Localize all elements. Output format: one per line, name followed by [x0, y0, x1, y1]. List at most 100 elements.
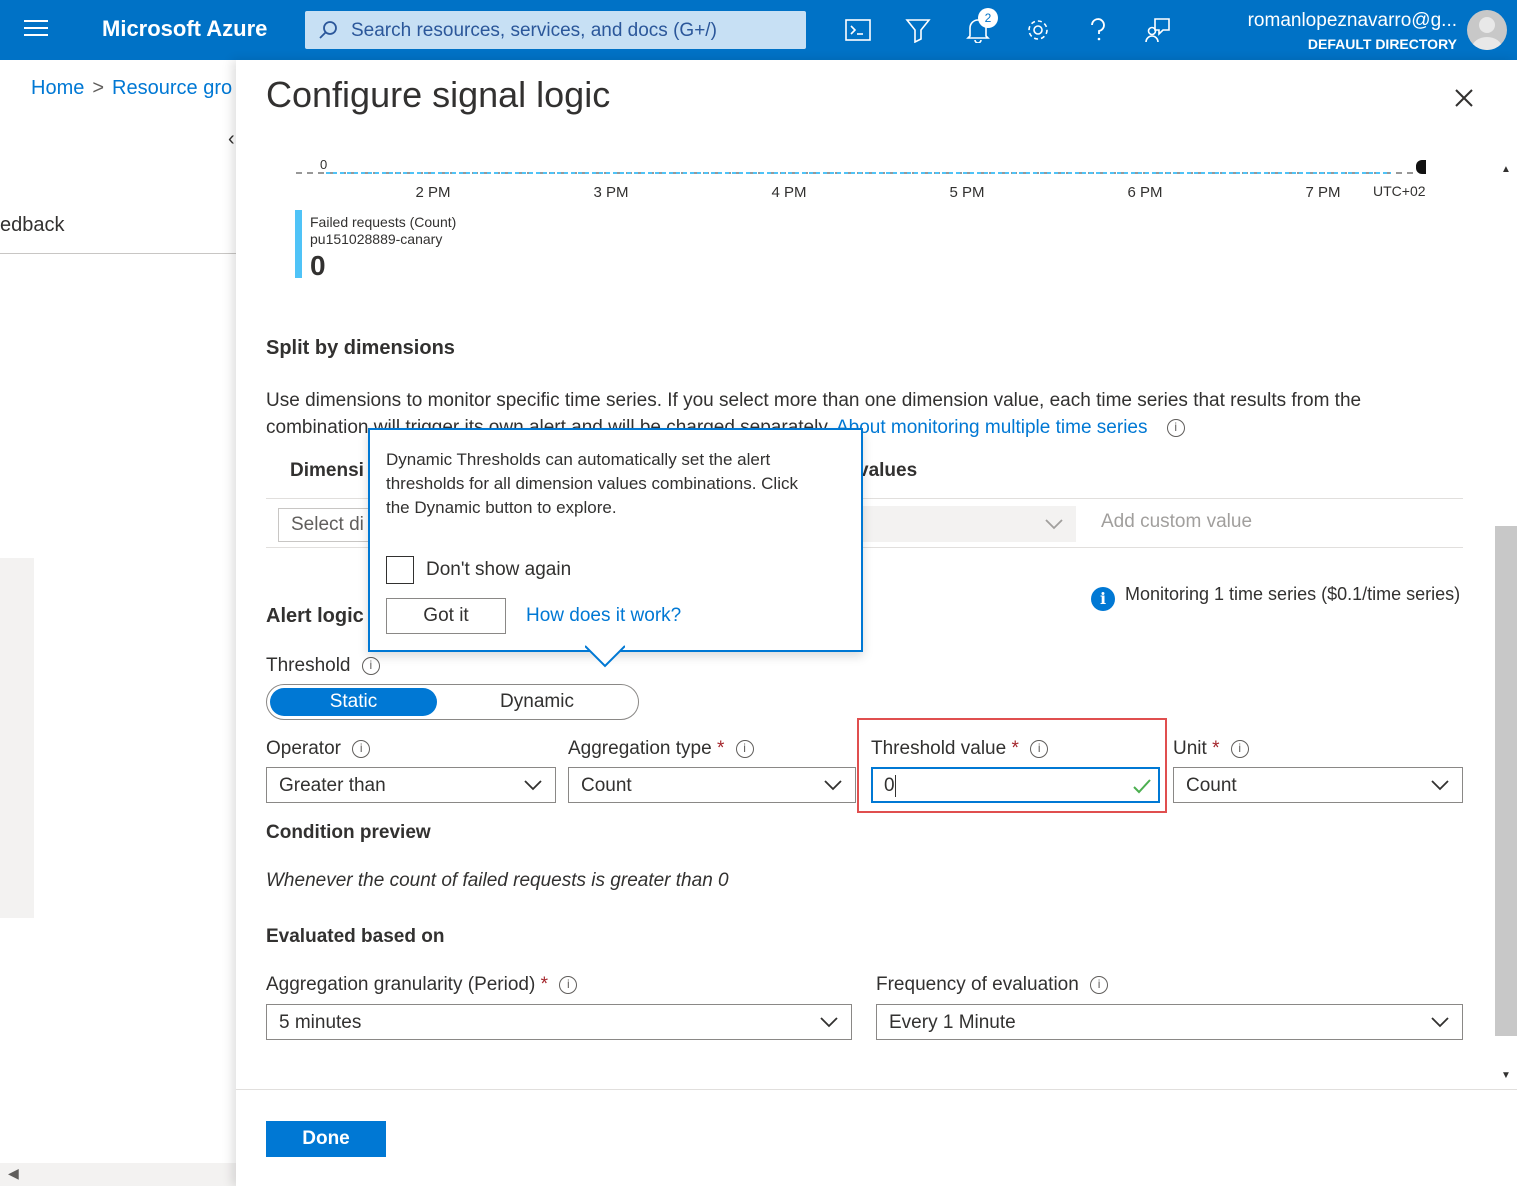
about-multiple-time-series-link[interactable]: About monitoring multiple time series: [836, 417, 1148, 438]
dynamic-thresholds-callout: Dynamic Thresholds can automatically set…: [368, 428, 863, 652]
legend-value: 0: [310, 250, 326, 281]
legend-title: Failed requests (Count): [310, 214, 457, 230]
chevron-down-icon: [1431, 780, 1449, 791]
valid-check-icon: [1133, 779, 1151, 794]
static-option[interactable]: Static: [270, 688, 437, 716]
aggregation-granularity-value: 5 minutes: [279, 1012, 362, 1033]
done-button[interactable]: Done: [266, 1121, 386, 1157]
chart-x-tick: 2 PM: [415, 184, 450, 201]
settings-gear-icon[interactable]: [1022, 14, 1054, 46]
search-input[interactable]: Search resources, services, and docs (G+…: [305, 11, 806, 49]
operator-value: Greater than: [279, 775, 386, 796]
chevron-down-icon: [1045, 519, 1063, 530]
info-icon[interactable]: i: [352, 740, 371, 758]
chart-x-tick: 7 PM: [1305, 184, 1340, 201]
horizontal-scrollbar[interactable]: ◀: [0, 1163, 236, 1186]
scroll-down-icon[interactable]: ▼: [1501, 1070, 1511, 1081]
avatar[interactable]: [1467, 10, 1507, 50]
chevron-down-icon: [824, 780, 842, 791]
condition-preview-heading: Condition preview: [266, 822, 431, 843]
legend-color-bar: [295, 210, 302, 278]
monitoring-text: Monitoring 1 time series ($0.1/time seri…: [1125, 584, 1461, 604]
chart-x-tick: 5 PM: [949, 184, 984, 201]
dynamic-option[interactable]: Dynamic: [437, 688, 637, 716]
collapse-chevron-icon[interactable]: ‹: [228, 128, 235, 151]
callout-text: Dynamic Thresholds can automatically set…: [386, 450, 798, 517]
background-panel: [0, 558, 34, 918]
monitoring-info: i Monitoring 1 time series ($0.1/time ser…: [1091, 584, 1460, 611]
unit-value: Count: [1186, 775, 1237, 796]
text-cursor: [895, 775, 896, 797]
search-icon: [319, 21, 337, 39]
info-icon[interactable]: i: [1230, 740, 1249, 758]
brand-title[interactable]: Microsoft Azure: [102, 16, 267, 42]
how-does-it-work-link[interactable]: How does it work?: [526, 605, 681, 627]
operator-dropdown[interactable]: Greater than: [266, 767, 556, 803]
alert-logic-heading: Alert logic: [266, 605, 364, 627]
scroll-thumb[interactable]: [1495, 526, 1517, 1036]
frequency-label: Frequency of evaluation i: [876, 974, 1109, 996]
close-icon[interactable]: [1450, 84, 1478, 112]
breadcrumb: Home > Resource gro: [31, 77, 232, 100]
chevron-down-icon: [524, 780, 542, 791]
threshold-value-input[interactable]: 0: [871, 767, 1160, 803]
info-icon[interactable]: i: [559, 976, 578, 994]
feedback-icon[interactable]: [1142, 14, 1174, 46]
info-icon[interactable]: i: [735, 740, 754, 758]
search-placeholder: Search resources, services, and docs (G+…: [351, 20, 717, 41]
chevron-down-icon: [1431, 1017, 1449, 1028]
callout-pointer: [585, 645, 625, 668]
chart-x-tick: 6 PM: [1127, 184, 1162, 201]
info-icon[interactable]: i: [1030, 740, 1049, 758]
divider: [0, 253, 236, 254]
metric-chart: 0 2 PM 3 PM 4 PM 5 PM 6 PM 7 PM UTC+02:00: [296, 157, 1426, 201]
values-column-header: values: [858, 460, 918, 481]
cloud-shell-icon[interactable]: [842, 14, 874, 46]
aggregation-type-value: Count: [581, 775, 632, 796]
blade-title: Configure signal logic: [266, 74, 611, 115]
aggregation-granularity-label: Aggregation granularity (Period) * i: [266, 974, 578, 996]
info-icon[interactable]: i: [1090, 976, 1109, 994]
add-custom-value-input[interactable]: Add custom value: [1101, 511, 1252, 533]
chevron-down-icon: [820, 1017, 838, 1028]
got-it-button[interactable]: Got it: [386, 598, 506, 634]
top-bar: Microsoft Azure Search resources, servic…: [0, 0, 1517, 60]
chart-x-tick: 3 PM: [593, 184, 628, 201]
info-icon[interactable]: i: [361, 657, 380, 675]
frequency-dropdown[interactable]: Every 1 Minute: [876, 1004, 1463, 1040]
menu-icon[interactable]: [24, 20, 48, 40]
operator-label: Operator i: [266, 738, 371, 760]
unit-dropdown[interactable]: Count: [1173, 767, 1463, 803]
dimension-values-select[interactable]: [846, 506, 1076, 542]
threshold-value: 0: [884, 775, 895, 796]
directory-filter-icon[interactable]: [902, 14, 934, 46]
dimension-column-header: Dimensi: [290, 460, 364, 481]
feedback-label[interactable]: edback: [0, 214, 65, 237]
threshold-type-toggle[interactable]: Static Dynamic: [266, 684, 639, 720]
breadcrumb-separator: >: [92, 77, 105, 99]
condition-preview-text: Whenever the count of failed requests is…: [266, 870, 729, 891]
unit-label: Unit * i: [1173, 738, 1249, 760]
chart-timezone: UTC+02:00: [1373, 183, 1426, 199]
notification-badge: 2: [978, 8, 998, 28]
vertical-scrollbar[interactable]: ▲ ▼: [1495, 156, 1517, 1088]
user-name[interactable]: romanlopeznavarro@g...: [1248, 10, 1457, 32]
scroll-left-icon[interactable]: ◀: [8, 1165, 19, 1182]
split-dimensions-heading: Split by dimensions: [266, 337, 455, 359]
aggregation-type-dropdown[interactable]: Count: [568, 767, 856, 803]
dont-show-again-checkbox[interactable]: [386, 556, 414, 584]
legend-resource: pu151028889-canary: [310, 231, 443, 247]
scroll-up-icon[interactable]: ▲: [1501, 164, 1511, 175]
aggregation-granularity-dropdown[interactable]: 5 minutes: [266, 1004, 852, 1040]
aggregation-type-label: Aggregation type * i: [568, 738, 754, 760]
help-icon[interactable]: [1082, 14, 1114, 46]
chart-x-tick: 4 PM: [771, 184, 806, 201]
threshold-label: Threshold i: [266, 655, 380, 677]
info-filled-icon: i: [1091, 587, 1115, 611]
evaluated-based-on-heading: Evaluated based on: [266, 926, 445, 947]
dont-show-again-label[interactable]: Don't show again: [426, 559, 571, 581]
breadcrumb-home[interactable]: Home: [31, 77, 84, 99]
info-icon[interactable]: i: [1166, 419, 1185, 437]
divider: [236, 1089, 1517, 1090]
breadcrumb-resource-group[interactable]: Resource gro: [112, 77, 232, 99]
